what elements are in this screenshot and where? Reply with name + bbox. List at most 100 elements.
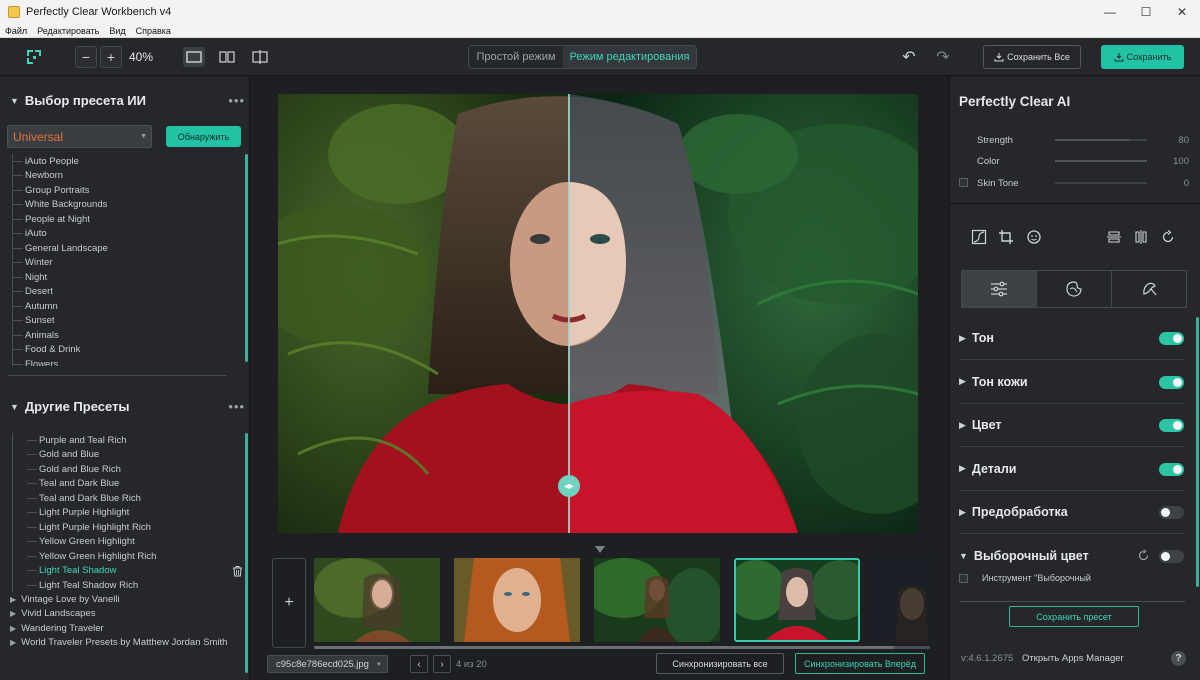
help-icon[interactable]: ? [1171, 651, 1186, 666]
section-header[interactable]: ▶ Цвет [959, 404, 1184, 447]
preset-item[interactable]: Yellow Green Highlight [27, 535, 240, 550]
section-toggle[interactable] [1159, 332, 1184, 345]
file-dropdown[interactable]: c95c8e786ecd025.jpg ▼ [267, 655, 388, 673]
strength-slider[interactable]: Strength 80 [959, 133, 1189, 147]
preset-item[interactable]: Yellow Green Highlight Rich [27, 549, 240, 564]
slider-track[interactable] [1055, 182, 1147, 184]
next-image-button[interactable]: › [433, 655, 451, 673]
preset-group[interactable]: ▶ Vivid Landscapes [10, 607, 246, 622]
preset-item[interactable]: Night [13, 270, 240, 285]
tab-retouch[interactable] [1112, 271, 1186, 307]
split-handle-icon[interactable]: ◂▸ [558, 475, 580, 497]
undo-icon[interactable]: ↶ [900, 48, 918, 66]
minimize-button[interactable]: — [1092, 0, 1128, 24]
slider-track[interactable] [1055, 160, 1147, 162]
crop-icon[interactable] [997, 228, 1015, 246]
scrollbar-thumb[interactable] [314, 646, 894, 649]
save-button[interactable]: Сохранить [1101, 45, 1184, 69]
side-by-side-button[interactable] [216, 47, 238, 67]
close-button[interactable]: ✕ [1164, 0, 1200, 24]
zoom-out-button[interactable]: − [75, 46, 97, 68]
face-icon[interactable] [1025, 228, 1043, 246]
section-toggle[interactable] [1159, 506, 1184, 519]
detect-button[interactable]: Обнаружить [166, 126, 241, 147]
section-toggle[interactable] [1159, 375, 1184, 389]
thumbnail[interactable] [872, 558, 932, 642]
preset-item[interactable]: iAuto People [13, 154, 240, 169]
preset-item[interactable]: Light Purple Highlight [27, 506, 240, 521]
tab-creative[interactable] [1037, 271, 1112, 307]
preset-dropdown[interactable]: Universal ▼ [7, 125, 152, 148]
app-logo-icon[interactable] [25, 48, 43, 66]
preset-item[interactable]: Light Teal Shadow [27, 564, 240, 579]
trash-icon[interactable] [232, 565, 243, 577]
preset-item[interactable]: Desert [13, 285, 240, 300]
selective-tool-checkbox[interactable] [959, 574, 968, 583]
maximize-button[interactable]: ☐ [1128, 0, 1164, 24]
section-toggle[interactable] [1159, 549, 1184, 563]
menu-help[interactable]: Справка [131, 26, 176, 36]
preset-item[interactable]: iAuto [13, 227, 240, 242]
thumbnail-selected[interactable] [734, 558, 860, 642]
section-toggle[interactable] [1159, 419, 1184, 432]
apps-manager-link[interactable]: Открыть Apps Manager [1022, 653, 1124, 664]
edit-mode-tab[interactable]: Режим редактирования [563, 46, 696, 68]
save-all-button[interactable]: Сохранить Все [983, 45, 1081, 69]
split-divider[interactable] [568, 94, 570, 533]
preset-group[interactable]: ▶ Wandering Traveler [10, 621, 246, 636]
rotate-icon[interactable] [1159, 228, 1177, 246]
preset-item[interactable]: Winter [13, 256, 240, 271]
scrollbar[interactable] [245, 154, 248, 362]
menu-file[interactable]: Файл [0, 26, 32, 36]
zoom-in-button[interactable]: + [100, 46, 122, 68]
thumbnail[interactable] [594, 558, 720, 642]
sync-all-button[interactable]: Синхронизировать все [656, 653, 784, 674]
preset-item[interactable]: Teal and Dark Blue Rich [27, 491, 240, 506]
preset-item[interactable]: Food & Drink [13, 343, 240, 358]
preset-item[interactable]: Group Portraits [13, 183, 240, 198]
single-view-button[interactable] [183, 47, 205, 67]
section-header[interactable]: ▶ Предобработка [959, 491, 1184, 534]
section-header[interactable]: ▶ Детали [959, 448, 1184, 491]
add-image-button[interactable]: + [272, 558, 306, 648]
scrollbar[interactable] [245, 433, 248, 673]
preset-item[interactable]: General Landscape [13, 241, 240, 256]
redo-icon[interactable]: ↷ [934, 48, 952, 66]
flip-horizontal-icon[interactable] [1132, 228, 1150, 246]
curves-icon[interactable] [970, 228, 988, 246]
section-toggle[interactable] [1159, 462, 1184, 476]
preset-item[interactable]: Sunset [13, 314, 240, 329]
section-header[interactable]: ▶ Тон кожи [959, 361, 1184, 404]
preset-group[interactable]: ▶ Vintage Love by Vanelli [10, 592, 246, 607]
reset-icon[interactable] [1137, 548, 1150, 562]
menu-edit[interactable]: Редактировать [32, 26, 104, 36]
skin-tone-slider[interactable]: Skin Tone 0 [959, 176, 1189, 190]
split-view-button[interactable] [249, 47, 271, 67]
preset-item[interactable]: Light Teal Shadow Rich [27, 578, 240, 592]
thumbnail[interactable] [454, 558, 580, 642]
menu-view[interactable]: Вид [104, 26, 130, 36]
flip-vertical-icon[interactable] [1105, 228, 1123, 246]
section-header[interactable]: ▶ Тон [959, 317, 1184, 360]
more-icon[interactable]: ••• [228, 93, 245, 108]
preset-item[interactable]: Teal and Dark Blue [27, 477, 240, 492]
other-presets-header[interactable]: ▼ Другие Пресеты [10, 399, 130, 414]
preset-item[interactable]: White Backgrounds [13, 198, 240, 213]
more-icon[interactable]: ••• [228, 399, 245, 414]
section-header[interactable]: ▼ Выборочный цвет [959, 535, 1184, 578]
sync-forward-button[interactable]: Синхронизировать Вперёд [795, 653, 925, 674]
prev-image-button[interactable]: ‹ [410, 655, 428, 673]
preset-item[interactable]: Gold and Blue Rich [27, 462, 240, 477]
skin-tone-checkbox[interactable] [959, 178, 968, 187]
scrollbar[interactable] [1196, 317, 1199, 587]
save-preset-button[interactable]: Сохранить пресет [1009, 606, 1139, 627]
tab-adjustments[interactable] [962, 271, 1037, 307]
preset-item[interactable]: Newborn [13, 169, 240, 184]
preview-image[interactable]: ◂▸ [278, 94, 918, 533]
preset-item[interactable]: Autumn [13, 299, 240, 314]
preset-item[interactable]: Gold and Blue [27, 448, 240, 463]
preset-group[interactable]: ▶ World Traveler Presets by Matthew Jorda… [10, 636, 246, 651]
slider-track[interactable] [1055, 139, 1147, 141]
preset-item[interactable]: Light Purple Highlight Rich [27, 520, 240, 535]
preset-item[interactable]: Flowers [13, 357, 240, 366]
